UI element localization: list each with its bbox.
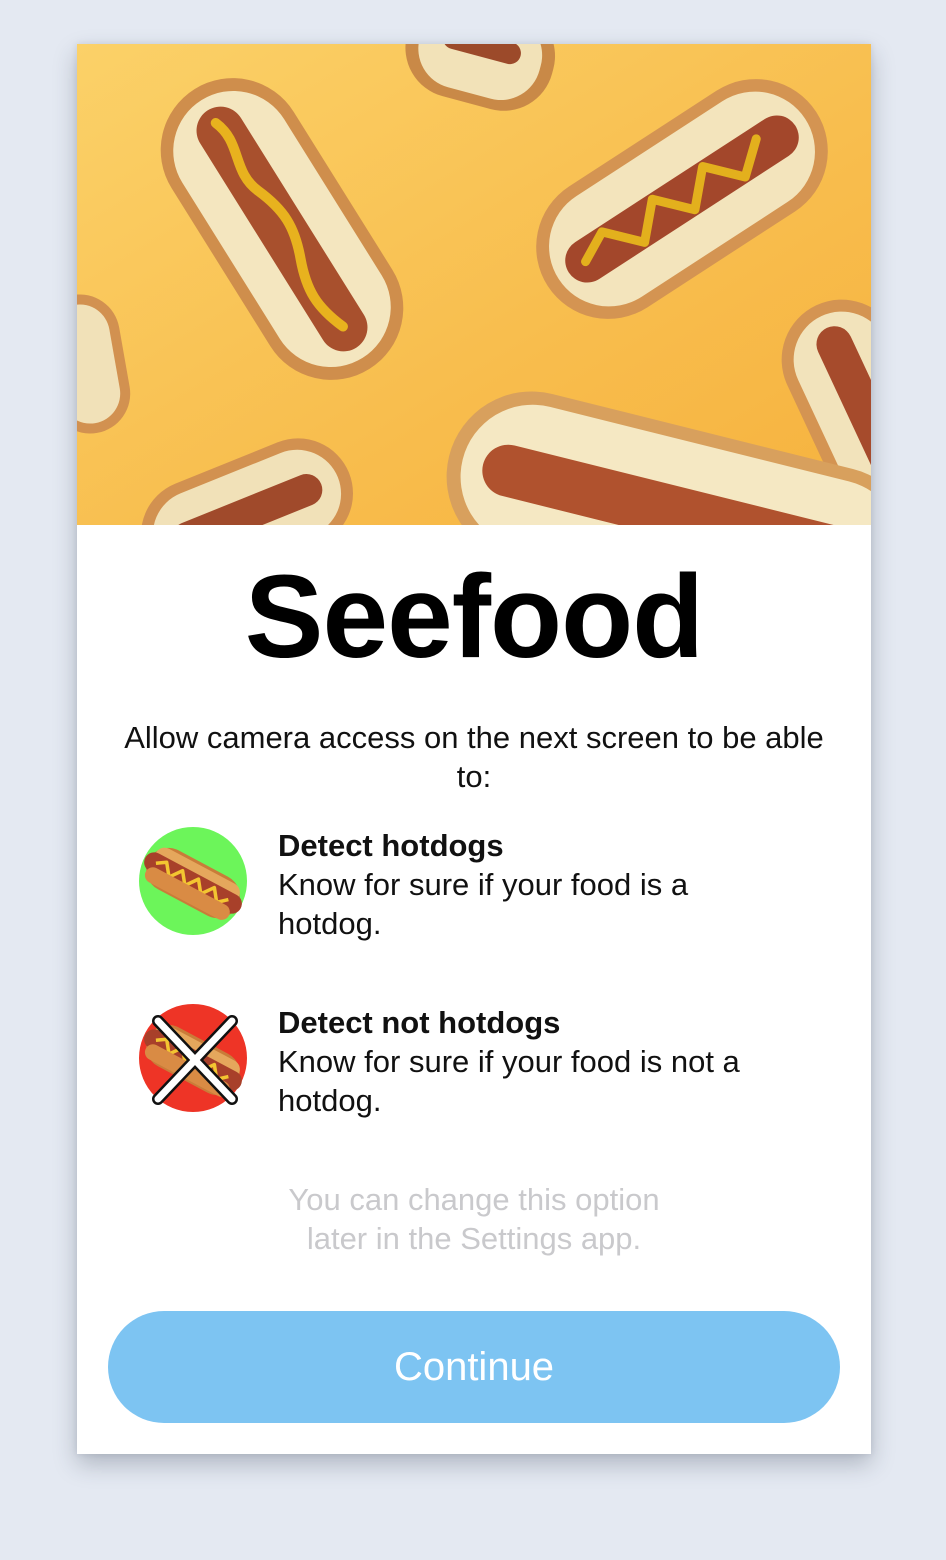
feature-heading: Detect not hotdogs	[278, 1005, 561, 1040]
app-title: Seefood	[244, 551, 705, 683]
feature-text: Detect not hotdogs Know for sure if your…	[278, 1003, 798, 1120]
intro-text: Allow camera access on the next screen t…	[124, 720, 824, 794]
feature-heading: Detect hotdogs	[278, 828, 504, 863]
feature-detect-not-hotdogs: Detect not hotdogs Know for sure if your…	[138, 1003, 818, 1123]
continue-button[interactable]: Continue	[108, 1311, 840, 1423]
feature-text: Detect hotdogs Know for sure if your foo…	[278, 826, 798, 943]
crossed-hotdog-icon	[138, 1003, 248, 1113]
feature-description: Know for sure if your food is not a hotd…	[278, 1044, 740, 1118]
settings-note-line: later in the Settings app.	[306, 1221, 642, 1256]
settings-note: You can change this option later in the …	[77, 1180, 871, 1258]
hotdogs-illustration	[77, 44, 871, 525]
onboarding-card: Seefood Allow camera access on the next …	[77, 44, 871, 1454]
settings-note-line: You can change this option	[288, 1182, 660, 1217]
hotdog-icon	[138, 826, 248, 936]
feature-description: Know for sure if your food is a hotdog.	[278, 867, 689, 941]
hero-image	[77, 44, 871, 525]
feature-detect-hotdogs: Detect hotdogs Know for sure if your foo…	[138, 826, 818, 946]
